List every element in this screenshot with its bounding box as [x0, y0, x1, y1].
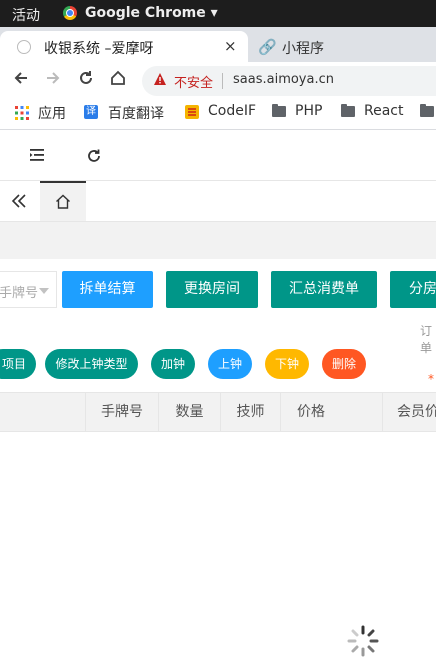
- activities-label[interactable]: 活动: [12, 5, 40, 25]
- add-time-button[interactable]: 加钟: [151, 349, 195, 379]
- reload-icon[interactable]: [77, 69, 95, 92]
- refresh-icon[interactable]: [86, 148, 102, 168]
- url-text[interactable]: saas.aimoya.cn: [233, 72, 334, 87]
- forward-icon[interactable]: [44, 69, 62, 92]
- project-button[interactable]: 项目: [0, 349, 36, 379]
- spinner-icon: [346, 624, 380, 662]
- col-price: 价格: [280, 393, 382, 431]
- change-start-type-button[interactable]: 修改上钟类型: [45, 349, 138, 379]
- tab-title: 收银系统 –爱摩呀: [44, 41, 154, 57]
- folder-icon: [420, 104, 434, 117]
- link-icon: 🔗: [258, 38, 277, 56]
- summary-bill-button[interactable]: 汇总消费单: [271, 271, 377, 308]
- split-room-button[interactable]: 分房: [390, 271, 436, 308]
- home-icon[interactable]: [109, 69, 127, 92]
- end-service-button[interactable]: 下钟: [265, 349, 309, 379]
- double-chevron-left-icon[interactable]: [11, 193, 27, 213]
- wristband-select[interactable]: 手牌号: [0, 271, 57, 308]
- close-tab-icon[interactable]: ×: [224, 37, 237, 55]
- col-quantity: 数量: [158, 393, 220, 431]
- table-header: 手牌号 数量 技师 价格 会员价: [0, 392, 436, 432]
- browser-toolbar: 不安全 saas.aimoya.cn: [0, 62, 436, 98]
- tab-strip: 收银系统 –爱摩呀 × 🔗 小程序: [0, 27, 436, 62]
- col-wristband: 手牌号: [85, 393, 158, 431]
- tag-home[interactable]: [40, 181, 86, 221]
- start-service-button[interactable]: 上钟: [208, 349, 252, 379]
- bookmark-codeif[interactable]: CodeIF: [208, 103, 256, 119]
- tab-title: 小程序: [282, 41, 324, 57]
- col-member-price: 会员价: [382, 393, 436, 431]
- split-checkout-button[interactable]: 拆单结算: [62, 271, 153, 308]
- bookmark-baidu-translate[interactable]: 百度翻译: [108, 103, 164, 123]
- chrome-icon: [63, 6, 77, 20]
- menu-fold-icon[interactable]: [30, 148, 46, 166]
- bookmark-react[interactable]: React: [364, 103, 403, 119]
- warning-icon[interactable]: [153, 72, 167, 90]
- change-room-button[interactable]: 更换房间: [166, 271, 258, 308]
- content-top-strip: [0, 222, 436, 259]
- back-icon[interactable]: [12, 69, 30, 92]
- app-header: [0, 130, 436, 181]
- bookmark-php[interactable]: PHP: [295, 103, 322, 119]
- security-status[interactable]: 不安全: [174, 72, 213, 91]
- address-bar[interactable]: 不安全 saas.aimoya.cn: [142, 66, 436, 96]
- bookmarks-bar: 应用 译 百度翻译 CodeIF PHP React: [0, 98, 436, 130]
- delete-button[interactable]: 删除: [322, 349, 366, 379]
- apps-grid-icon: [15, 106, 29, 120]
- codeif-icon: [185, 105, 199, 119]
- required-mark: *: [428, 372, 434, 386]
- order-hint: 订单: [420, 324, 433, 355]
- divider: [222, 73, 223, 89]
- wristband-placeholder: 手牌号: [0, 286, 39, 301]
- tab-cashier[interactable]: 收银系统 –爱摩呀 ×: [0, 31, 248, 62]
- caret-down-icon: [39, 288, 49, 294]
- tab-miniprogram[interactable]: 🔗 小程序: [250, 31, 436, 62]
- page-tags-bar: [0, 181, 436, 222]
- folder-icon: [341, 104, 355, 117]
- bookmark-apps[interactable]: 应用: [38, 103, 66, 123]
- translate-icon: 译: [84, 105, 98, 119]
- col-technician: 技师: [220, 393, 280, 431]
- app-menu-label[interactable]: Google Chrome ▾: [85, 5, 218, 21]
- os-top-bar: 活动 Google Chrome ▾: [0, 0, 436, 27]
- site-favicon-icon: [17, 40, 31, 54]
- folder-icon: [272, 104, 286, 117]
- home-icon: [55, 194, 71, 213]
